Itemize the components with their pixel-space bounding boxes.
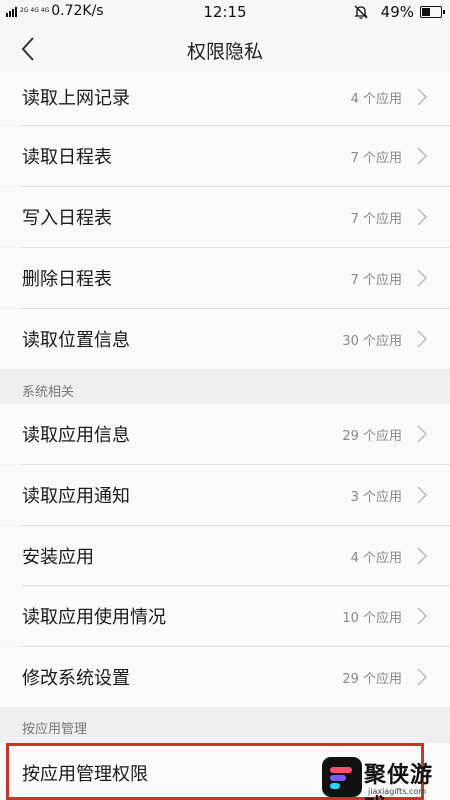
- list-item-label: 读取位置信息: [22, 330, 130, 351]
- chevron-right-icon: [417, 269, 428, 287]
- list-item-count: 3 个应用: [350, 490, 402, 505]
- network-speed: 0.72K/s: [51, 3, 104, 19]
- list-item-label: 读取应用信息: [22, 425, 130, 446]
- list-item-count: 7 个应用: [350, 273, 402, 288]
- list-item-label: 读取应用通知: [22, 486, 130, 507]
- chevron-right-icon: [417, 147, 428, 165]
- signal-icon: [6, 5, 18, 17]
- list-item-install-apps[interactable]: 安装应用 4 个应用: [0, 526, 450, 586]
- chevron-right-icon: [417, 88, 428, 106]
- list-item-label: 读取日程表: [22, 147, 112, 168]
- battery-icon: [420, 6, 445, 18]
- chevron-right-icon: [417, 486, 428, 504]
- list-item-count: 7 个应用: [350, 151, 402, 166]
- list-item-count: 29 个应用: [342, 429, 402, 444]
- list-item-label: 安装应用: [22, 547, 94, 568]
- list-item-label: 读取应用使用情况: [22, 607, 166, 628]
- list-item-count: 7 个应用: [350, 212, 402, 227]
- chevron-right-icon: [417, 607, 428, 625]
- list-item-count: 10 个应用: [342, 611, 402, 626]
- list-item-read-calendar[interactable]: 读取日程表 7 个应用: [0, 126, 450, 186]
- chevron-left-icon: [21, 37, 34, 61]
- list-item-count: 30 个应用: [342, 334, 402, 349]
- list-item-read-app-usage[interactable]: 读取应用使用情况 10 个应用: [0, 586, 450, 646]
- watermark-logo-icon: [322, 757, 362, 797]
- status-bar: 2G 4G 4G 0.72K/s 12:15 49%: [0, 0, 450, 26]
- status-right: 49%: [353, 3, 445, 21]
- list-item-count: 4 个应用: [350, 92, 402, 107]
- list-item-label: 修改系统设置: [22, 668, 130, 689]
- battery-percent: 49%: [380, 3, 414, 21]
- list-item-delete-calendar[interactable]: 删除日程表 7 个应用: [0, 248, 450, 308]
- nav-bar: 权限隐私: [0, 26, 450, 72]
- section-header-label: 系统相关: [22, 385, 75, 400]
- list-item-count: 4 个应用: [350, 551, 402, 566]
- list-item-read-location[interactable]: 读取位置信息 30 个应用: [0, 309, 450, 369]
- network-type: 2G 4G 4G: [20, 7, 50, 14]
- section-header-label: 按应用管理: [22, 722, 88, 737]
- chevron-right-icon: [417, 330, 428, 348]
- watermark: 聚侠游戏 jiaxiagifts.com: [322, 755, 450, 800]
- list-item-read-browsing-history[interactable]: 读取上网记录 4 个应用: [0, 72, 450, 125]
- list-item-read-app-notifications[interactable]: 读取应用通知 3 个应用: [0, 465, 450, 525]
- mute-bell-icon: [353, 4, 369, 20]
- list-item-modify-system-settings[interactable]: 修改系统设置 29 个应用: [0, 647, 450, 707]
- back-button[interactable]: [14, 34, 44, 64]
- chevron-right-icon: [417, 208, 428, 226]
- battery-fill: [422, 8, 430, 16]
- list-item-label: 写入日程表: [22, 208, 112, 229]
- list-item-label: 删除日程表: [22, 269, 112, 290]
- list-item-count: 29 个应用: [342, 672, 402, 687]
- list-item-write-calendar[interactable]: 写入日程表 7 个应用: [0, 187, 450, 247]
- section-header-system: 系统相关: [0, 369, 450, 407]
- status-left: 2G 4G 4G 0.72K/s: [6, 3, 104, 19]
- chevron-right-icon: [417, 547, 428, 565]
- page-title: 权限隐私: [186, 41, 263, 63]
- chevron-right-icon: [417, 668, 428, 686]
- list-item-read-app-info[interactable]: 读取应用信息 29 个应用: [0, 404, 450, 464]
- watermark-url: jiaxiagifts.com: [368, 787, 427, 796]
- section-header-by-app: 按应用管理: [0, 707, 450, 743]
- list-item-label: 读取上网记录: [22, 88, 130, 109]
- chevron-right-icon: [417, 425, 428, 443]
